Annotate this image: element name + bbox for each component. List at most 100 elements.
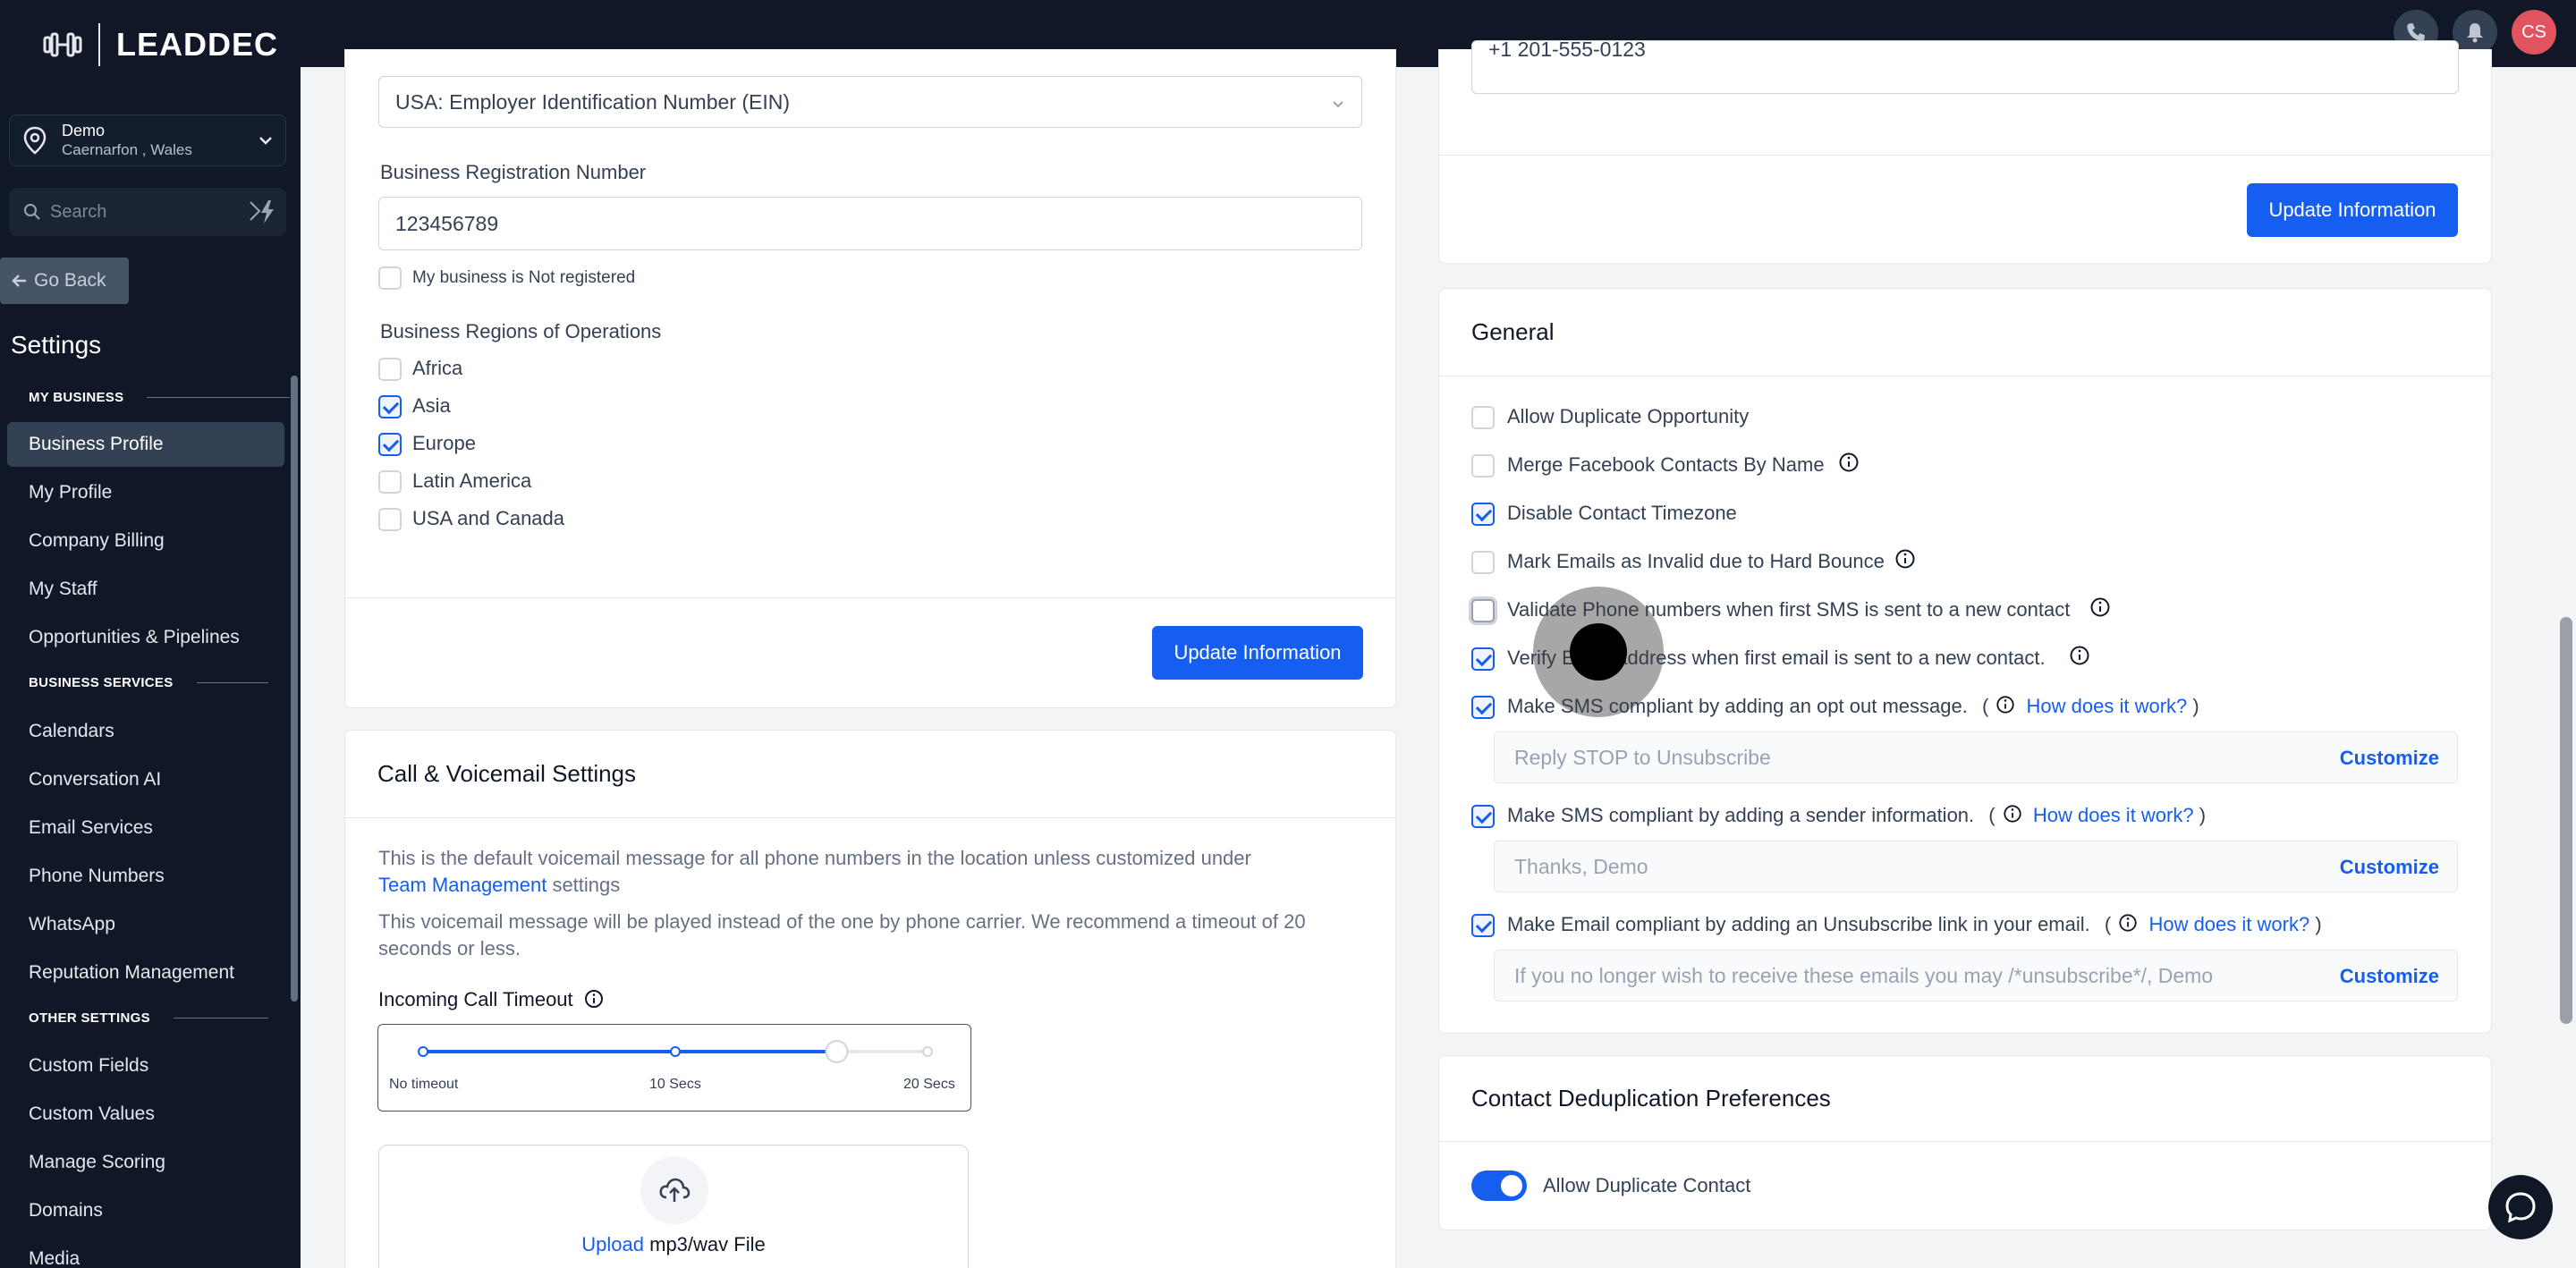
- allow-duplicate-opportunity-checkbox[interactable]: [1471, 406, 1495, 429]
- info-icon[interactable]: [2003, 804, 2022, 824]
- brand-name: LEADDEC: [116, 26, 279, 63]
- customize-unsubscribe-button[interactable]: Customize: [2340, 965, 2439, 988]
- reg-number-input[interactable]: 123456789: [378, 197, 1362, 250]
- info-icon[interactable]: [2118, 913, 2138, 933]
- call-voicemail-title: Call & Voicemail Settings: [345, 731, 1395, 818]
- sms-sender-info-label: Make SMS compliant by adding a sender in…: [1507, 804, 2207, 826]
- email-unsubscribe-value: If you no longer wish to receive these e…: [1514, 963, 2214, 987]
- customize-opt-out-button[interactable]: Customize: [2340, 747, 2439, 770]
- customize-sender-info-button[interactable]: Customize: [2340, 856, 2439, 879]
- sidebar-item-my-staff[interactable]: My Staff: [7, 567, 284, 612]
- notifications-button[interactable]: [2453, 10, 2497, 55]
- slider-track[interactable]: [378, 1025, 972, 1112]
- incoming-call-timeout-label: Incoming Call Timeout: [378, 988, 604, 1011]
- how-does-it-work-link[interactable]: How does it work?: [2033, 804, 2194, 826]
- info-icon[interactable]: [584, 989, 604, 1009]
- brand-logo[interactable]: LEADDEC: [43, 23, 278, 66]
- sidebar-item-custom-fields[interactable]: Custom Fields: [7, 1044, 284, 1088]
- sidebar-item-company-billing[interactable]: Company Billing: [7, 519, 284, 563]
- section-label-other-settings: OTHER SETTINGS: [29, 1010, 268, 1026]
- info-icon[interactable]: [2069, 645, 2090, 666]
- merge-facebook-contacts-checkbox[interactable]: [1471, 454, 1495, 478]
- how-does-it-work-link[interactable]: How does it work?: [2027, 695, 2188, 717]
- update-information-button[interactable]: Update Information: [1152, 626, 1363, 680]
- sidebar-item-reputation-management[interactable]: Reputation Management: [7, 951, 284, 995]
- sidebar-item-custom-values[interactable]: Custom Values: [7, 1092, 284, 1137]
- team-management-link[interactable]: Team Management: [378, 874, 547, 896]
- sms-sender-info-checkbox[interactable]: [1471, 805, 1495, 828]
- upload-link[interactable]: Upload: [581, 1233, 644, 1255]
- region-europe-checkbox[interactable]: [378, 433, 402, 456]
- sms-opt-out-message-field[interactable]: Reply STOP to Unsubscribe Customize: [1494, 731, 2458, 783]
- info-icon[interactable]: [1894, 548, 1916, 570]
- sidebar-item-whatsapp[interactable]: WhatsApp: [7, 902, 284, 947]
- sidebar: LEADDEC Demo Caernarfon , Wales Search G…: [0, 0, 301, 1268]
- sidebar-item-media[interactable]: Media: [7, 1237, 284, 1268]
- page-scrollbar-thumb[interactable]: [2560, 617, 2572, 1024]
- not-registered-checkbox[interactable]: [378, 266, 402, 290]
- slider-label-mid: 10 Secs: [649, 1077, 701, 1092]
- search-placeholder: Search: [50, 201, 107, 222]
- go-back-button[interactable]: Go Back: [0, 258, 129, 304]
- sidebar-item-manage-scoring[interactable]: Manage Scoring: [7, 1140, 284, 1185]
- click-indicator-dot: [1570, 623, 1627, 680]
- quick-action-bolt-icon[interactable]: [247, 199, 279, 225]
- info-icon[interactable]: [2089, 596, 2111, 618]
- section-label-business-services: BUSINESS SERVICES: [29, 675, 268, 690]
- region-asia-label: Asia: [412, 394, 451, 417]
- allow-duplicate-contact-toggle[interactable]: [1471, 1171, 1527, 1201]
- allow-duplicate-opportunity-label: Allow Duplicate Opportunity: [1507, 405, 1750, 427]
- phone-update-information-button[interactable]: Update Information: [2247, 183, 2458, 237]
- call-timeout-slider[interactable]: No timeout 10 Secs 20 Secs: [377, 1024, 971, 1112]
- sidebar-search[interactable]: Search: [9, 188, 286, 236]
- region-latin-america-label: Latin America: [412, 469, 532, 492]
- slider-label-max: 20 Secs: [903, 1077, 955, 1092]
- business-id-type-select[interactable]: USA: Employer Identification Number (EIN…: [378, 76, 1362, 128]
- region-usa-canada-label: USA and Canada: [412, 507, 565, 529]
- sidebar-item-my-profile[interactable]: My Profile: [7, 470, 284, 515]
- logo-divider: [98, 23, 100, 66]
- sms-sender-info-field[interactable]: Thanks, Demo Customize: [1494, 841, 2458, 892]
- sidebar-item-conversation-ai[interactable]: Conversation AI: [7, 757, 284, 802]
- email-unsubscribe-checkbox[interactable]: [1471, 914, 1495, 937]
- region-africa-label: Africa: [412, 357, 463, 379]
- sidebar-item-domains[interactable]: Domains: [7, 1188, 284, 1233]
- info-icon[interactable]: [1996, 695, 2015, 714]
- phone-input[interactable]: +1 201-555-0123: [1471, 40, 2459, 94]
- verify-email-address-checkbox[interactable]: [1471, 647, 1495, 671]
- email-unsubscribe-field[interactable]: If you no longer wish to receive these e…: [1494, 950, 2458, 1002]
- location-switcher[interactable]: Demo Caernarfon , Wales: [9, 114, 286, 166]
- sidebar-item-calendars[interactable]: Calendars: [7, 709, 284, 754]
- sidebar-item-opportunities-pipelines[interactable]: Opportunities & Pipelines: [7, 615, 284, 660]
- info-icon[interactable]: [1838, 452, 1860, 473]
- sidebar-item-phone-numbers[interactable]: Phone Numbers: [7, 854, 284, 899]
- bell-icon: [2467, 23, 2483, 43]
- disable-contact-timezone-label: Disable Contact Timezone: [1507, 502, 1737, 524]
- disable-contact-timezone-checkbox[interactable]: [1471, 503, 1495, 526]
- sidebar-scrollbar[interactable]: [291, 376, 298, 1002]
- how-does-it-work-link[interactable]: How does it work?: [2148, 913, 2309, 935]
- slider-handle: [825, 1040, 849, 1063]
- voicemail-upload-dropzone[interactable]: Upload mp3/wav File: [378, 1145, 969, 1268]
- validate-phone-numbers-checkbox[interactable]: [1471, 599, 1495, 622]
- upload-text: Upload mp3/wav File: [581, 1233, 766, 1255]
- mark-emails-invalid-checkbox[interactable]: [1471, 551, 1495, 574]
- sidebar-item-business-profile[interactable]: Business Profile: [7, 422, 284, 467]
- region-latin-america-checkbox[interactable]: [378, 470, 402, 494]
- reg-number-label: Business Registration Number: [380, 161, 647, 183]
- user-avatar[interactable]: CS: [2512, 10, 2556, 55]
- region-europe-label: Europe: [412, 432, 476, 454]
- sms-sender-info-value: Thanks, Demo: [1514, 854, 1648, 878]
- chevron-down-icon: [259, 137, 272, 145]
- sidebar-item-email-services[interactable]: Email Services: [7, 806, 284, 850]
- merge-facebook-contacts-label: Merge Facebook Contacts By Name: [1507, 453, 1825, 476]
- business-id-type-value: USA: Employer Identification Number (EIN…: [395, 89, 790, 114]
- cloud-upload-icon: [659, 1178, 691, 1202]
- region-africa-checkbox[interactable]: [378, 358, 402, 381]
- region-usa-canada-checkbox[interactable]: [378, 508, 402, 531]
- sms-opt-out-checkbox[interactable]: [1471, 696, 1495, 719]
- regions-label: Business Regions of Operations: [380, 320, 662, 342]
- region-asia-checkbox[interactable]: [378, 395, 402, 418]
- arrow-left-icon: [12, 275, 26, 287]
- chat-support-button[interactable]: [2488, 1175, 2553, 1239]
